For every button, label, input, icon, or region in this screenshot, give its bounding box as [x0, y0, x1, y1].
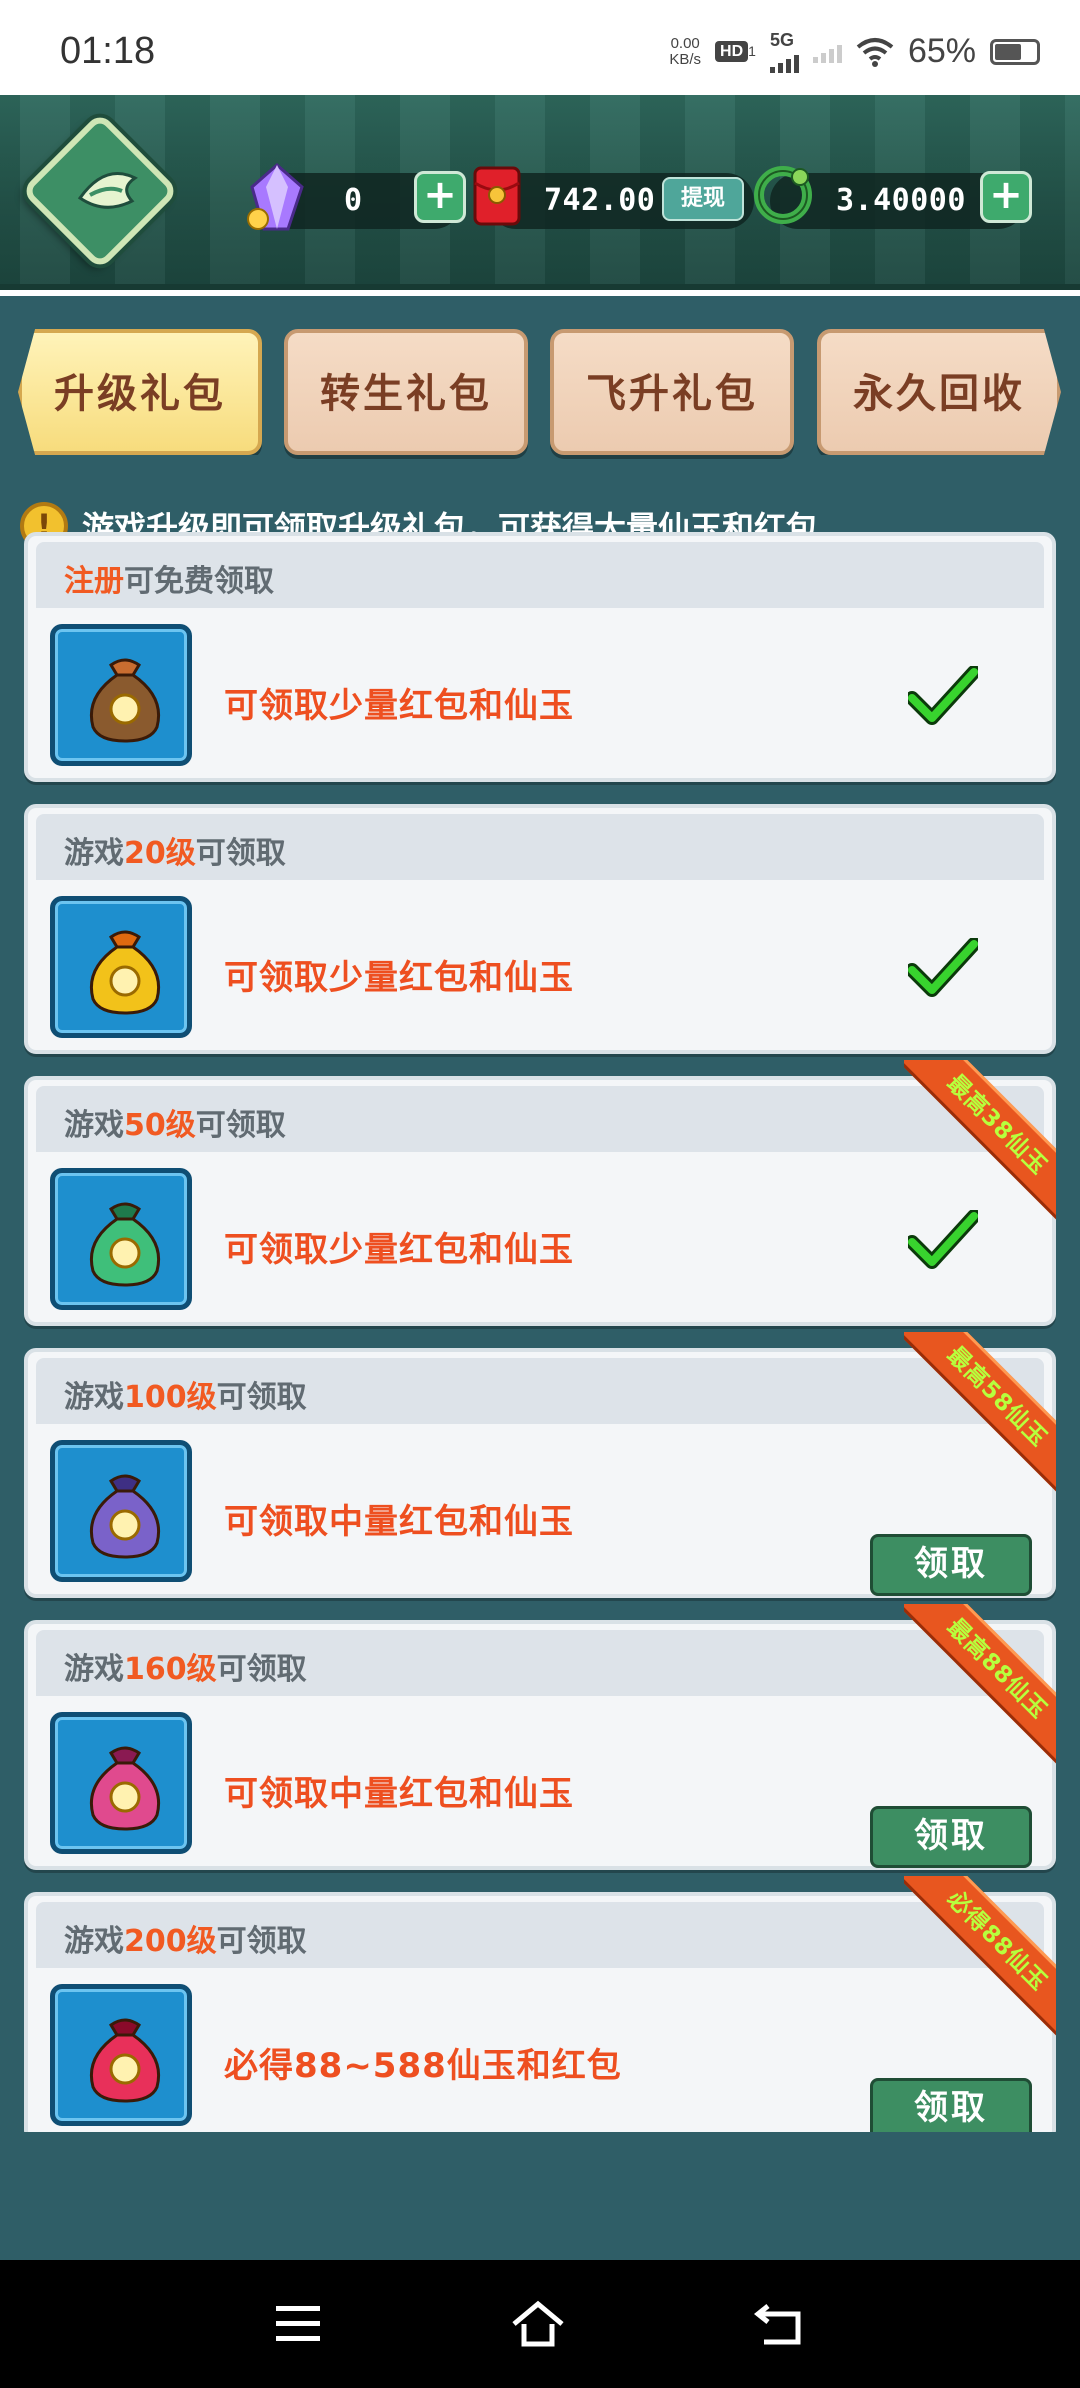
system-nav-bar — [0, 2260, 1080, 2388]
claimed-check-icon — [908, 1210, 978, 1269]
status-time: 01:18 — [60, 30, 156, 72]
gift-card-title: 游戏100级可领取 — [64, 1380, 307, 1415]
status-icons: 0.00 KB/s HD 1 5G 65% — [669, 30, 1040, 73]
cellular-signal-icon: 5G — [769, 30, 799, 73]
gold-bag-icon — [89, 930, 161, 1015]
status-bar: 01:18 0.00 KB/s HD 1 5G 65% — [0, 0, 1080, 95]
hd-icon: HD 1 — [715, 40, 756, 62]
gift-card-header: 注册可免费领取 — [36, 542, 1044, 608]
gift-card: 游戏50级可领取 可领取少量红包和仙玉 最高38仙玉 — [24, 1060, 1056, 1326]
gift-description: 可领取少量红包和仙玉 — [224, 686, 574, 726]
purple-bag-icon — [89, 1474, 161, 1559]
gift-list[interactable]: 注册可免费领取 可领取少量红包和仙玉 游戏20级可领取 可领取少量红包和仙玉 游戏5… — [24, 532, 1056, 2132]
gift-bag-frame — [50, 896, 192, 1038]
claimed-check-icon — [908, 938, 978, 997]
tab-rebirth-gift[interactable]: 转生礼包 — [284, 329, 528, 455]
gift-description: 可领取少量红包和仙玉 — [224, 958, 574, 998]
gift-card-header: 游戏160级可领取 — [36, 1630, 1044, 1696]
gift-bag-frame — [50, 1168, 192, 1310]
gem-count: 0 — [344, 183, 363, 218]
gift-card-title: 游戏50级可领取 — [64, 1108, 286, 1143]
gift-bag-frame — [50, 1440, 192, 1582]
gift-card-header: 游戏200级可领取 — [36, 1902, 1044, 1968]
gift-description: 必得88~588仙玉和红包 — [224, 2046, 622, 2086]
claim-button[interactable]: 领取 — [870, 2078, 1032, 2132]
game-header: 0 + 742.00 提现 3.40000 + — [0, 95, 1080, 290]
gift-description: 可领取少量红包和仙玉 — [224, 1230, 574, 1270]
menu-icon[interactable] — [272, 2298, 328, 2350]
claim-button[interactable]: 领取 — [870, 1534, 1032, 1596]
network-speed: 0.00 KB/s — [669, 34, 702, 68]
back-icon[interactable] — [752, 2298, 808, 2350]
gift-card: 游戏20级可领取 可领取少量红包和仙玉 — [24, 804, 1056, 1054]
gift-card-header: 游戏20级可领取 — [36, 814, 1044, 880]
red-packet-amount: 742.00 — [544, 183, 656, 218]
gift-card: 注册可免费领取 可领取少量红包和仙玉 — [24, 532, 1056, 782]
battery-percent: 65% — [907, 32, 976, 70]
home-icon[interactable] — [510, 2298, 566, 2350]
gift-card: 游戏100级可领取 可领取中量红包和仙玉 领取 最高58仙玉 — [24, 1332, 1056, 1598]
tab-upgrade-gift[interactable]: 升级礼包 — [18, 329, 262, 455]
withdraw-button[interactable]: 提现 — [662, 177, 744, 221]
gift-card-title: 注册可免费领取 — [64, 564, 274, 599]
gift-panel: 升级礼包 转生礼包 飞升礼包 永久回收 ! 游戏升级即可领取升级礼包，可获得大量… — [0, 296, 1080, 2266]
green-bag-icon — [89, 1202, 161, 1287]
gift-card: 游戏160级可领取 可领取中量红包和仙玉 领取 最高88仙玉 — [24, 1604, 1056, 1870]
gem-icon — [247, 163, 304, 231]
pink-bag-icon — [89, 1746, 161, 1831]
gift-bag-frame — [50, 624, 192, 766]
gift-description: 可领取中量红包和仙玉 — [224, 1502, 574, 1542]
gift-card-title: 游戏20级可领取 — [64, 836, 286, 871]
red-packet-icon — [473, 166, 521, 226]
gift-card-title: 游戏160级可领取 — [64, 1652, 307, 1687]
add-gems-button[interactable]: + — [414, 171, 466, 223]
gift-bag-frame — [50, 1984, 192, 2126]
claim-button[interactable]: 领取 — [870, 1806, 1032, 1868]
claimed-check-icon — [908, 666, 978, 725]
fish-logo-icon — [77, 172, 138, 209]
red-bag-icon — [89, 2018, 161, 2103]
tab-ascend-gift[interactable]: 飞升礼包 — [550, 329, 794, 455]
jade-dragon-icon — [754, 166, 812, 224]
gift-description: 可领取中量红包和仙玉 — [224, 1774, 574, 1814]
brown-bag-icon — [89, 658, 161, 743]
battery-icon — [990, 38, 1040, 65]
tab-permanent-recycle[interactable]: 永久回收 — [817, 329, 1061, 455]
gift-card-header: 游戏100级可领取 — [36, 1358, 1044, 1424]
wifi-icon — [856, 37, 894, 67]
gift-card: 游戏200级可领取 必得88~588仙玉和红包 领取 必得88仙玉 — [24, 1876, 1056, 2132]
gift-card-header: 游戏50级可领取 — [36, 1086, 1044, 1152]
jade-amount: 3.40000 — [836, 183, 966, 218]
gift-bag-frame — [50, 1712, 192, 1854]
signal-2-icon — [812, 41, 842, 63]
add-jade-button[interactable]: + — [980, 171, 1032, 223]
gift-card-title: 游戏200级可领取 — [64, 1924, 307, 1959]
